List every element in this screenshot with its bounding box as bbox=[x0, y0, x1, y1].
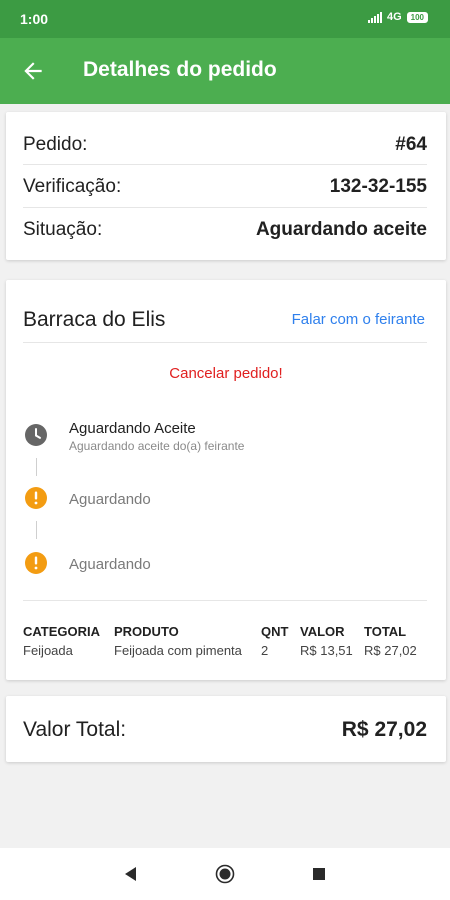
app-bar: Detalhes do pedido bbox=[0, 38, 450, 104]
step-title: Aguardando Aceite bbox=[69, 420, 196, 437]
alert-icon bbox=[25, 487, 47, 509]
total-card: Valor Total: R$ 27,02 bbox=[6, 696, 446, 762]
table-cell-qty: 2 bbox=[261, 643, 269, 658]
order-number-value: #64 bbox=[395, 134, 427, 155]
table-cell-value: R$ 13,51 bbox=[300, 643, 353, 658]
table-header-qty: QNT bbox=[261, 624, 289, 639]
order-number-row: Pedido: #64 bbox=[23, 124, 427, 166]
cancel-order-button[interactable]: Cancelar pedido! bbox=[6, 365, 446, 382]
status-time: 1:00 bbox=[20, 11, 49, 27]
table-header-category: CATEGORIA bbox=[23, 624, 101, 639]
battery-icon: 100 bbox=[406, 11, 428, 23]
order-info-card: Pedido: #64 Verificação: 132-32-155 Situ… bbox=[6, 112, 446, 260]
total-label: Valor Total: bbox=[23, 718, 127, 741]
signal-icon bbox=[367, 11, 382, 23]
clock-icon bbox=[25, 424, 47, 446]
step-title: Aguardando bbox=[69, 491, 151, 508]
verification-row: Verificação: 132-32-155 bbox=[23, 166, 427, 208]
step-connector bbox=[36, 521, 37, 539]
vendor-name: Barraca do Elis bbox=[23, 308, 166, 331]
vendor-card: Barraca do Elis Falar com o feirante Can… bbox=[6, 280, 446, 680]
divider bbox=[23, 207, 427, 208]
table-cell-total: R$ 27,02 bbox=[364, 643, 417, 658]
table-header-value: VALOR bbox=[300, 624, 345, 639]
table-cell-product: Feijoada com pimenta bbox=[114, 643, 242, 658]
alert-icon bbox=[25, 552, 47, 574]
recents-square-icon[interactable] bbox=[309, 864, 329, 884]
status-label: Situação: bbox=[23, 219, 103, 240]
page-title: Detalhes do pedido bbox=[83, 58, 277, 81]
verification-label: Verificação: bbox=[23, 176, 122, 197]
divider bbox=[23, 164, 427, 165]
step-subtitle: Aguardando aceite do(a) feirante bbox=[69, 439, 245, 453]
chat-with-vendor-link[interactable]: Falar com o feirante bbox=[292, 311, 425, 328]
order-number-label: Pedido: bbox=[23, 134, 88, 155]
arrow-left-icon[interactable] bbox=[20, 58, 46, 84]
status-icons: 4G 100 bbox=[367, 11, 428, 23]
divider bbox=[23, 342, 427, 343]
network-label: 4G bbox=[386, 11, 402, 23]
home-circle-icon[interactable] bbox=[215, 864, 235, 884]
table-header-total: TOTAL bbox=[364, 624, 407, 639]
status-bar: 1:00 4G 100 bbox=[0, 0, 450, 38]
divider bbox=[23, 600, 427, 601]
total-value: R$ 27,02 bbox=[341, 718, 427, 741]
status-row: Situação: Aguardando aceite bbox=[23, 209, 427, 251]
verification-value: 132-32-155 bbox=[329, 176, 427, 197]
system-nav-bar bbox=[0, 848, 450, 900]
status-value: Aguardando aceite bbox=[255, 219, 427, 240]
step-title: Aguardando bbox=[69, 556, 151, 573]
step-connector bbox=[36, 458, 37, 476]
table-cell-category: Feijoada bbox=[23, 643, 73, 658]
table-header-product: PRODUTO bbox=[114, 624, 179, 639]
back-triangle-icon[interactable] bbox=[121, 864, 141, 884]
